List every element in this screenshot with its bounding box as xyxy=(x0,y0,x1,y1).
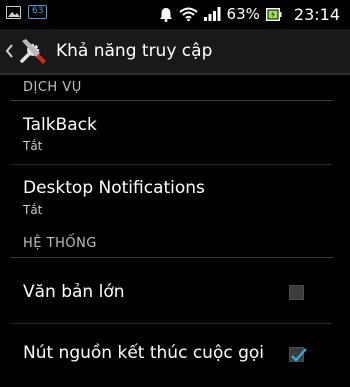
power-ends-call-checkbox[interactable] xyxy=(289,347,307,362)
signal-icon xyxy=(203,7,221,21)
image-notification-icon xyxy=(6,5,21,19)
action-bar: Khả năng truy cập xyxy=(0,29,350,73)
section-header-system: HỆ THỐNG xyxy=(23,236,97,251)
list-divider xyxy=(11,164,332,165)
wifi-icon xyxy=(178,7,198,21)
item-title: Nút nguồn kết thúc cuộc gọi xyxy=(23,343,265,363)
checkmark-icon xyxy=(291,348,307,362)
alarm-icon xyxy=(159,7,172,22)
battery-percent: 63% xyxy=(226,5,260,23)
list-divider xyxy=(11,323,332,324)
large-text-checkbox[interactable] xyxy=(289,285,304,300)
section-divider xyxy=(10,100,333,101)
item-summary: Tắt xyxy=(23,139,43,153)
status-bar: 63 63% 23:14 xyxy=(0,0,350,29)
back-chevron-icon[interactable] xyxy=(4,41,14,61)
section-header-services: DỊCH VỤ xyxy=(23,80,82,95)
battery-charging-icon xyxy=(265,7,282,21)
page-title: Khả năng truy cập xyxy=(56,41,213,61)
item-title: TalkBack xyxy=(23,115,97,135)
settings-list: DỊCH VỤ TalkBack Tắt Desktop Notificatio… xyxy=(0,75,350,387)
tools-icon[interactable] xyxy=(16,35,48,67)
item-title: Văn bản lớn xyxy=(23,282,125,302)
clock: 23:14 xyxy=(293,4,340,24)
section-divider xyxy=(10,257,333,258)
notification-badge: 63 xyxy=(28,5,48,19)
status-indicators: 63% 23:14 xyxy=(159,3,340,25)
item-title: Desktop Notifications xyxy=(23,178,205,198)
notification-icons: 63 xyxy=(6,5,48,19)
item-summary: Tắt xyxy=(23,203,43,217)
